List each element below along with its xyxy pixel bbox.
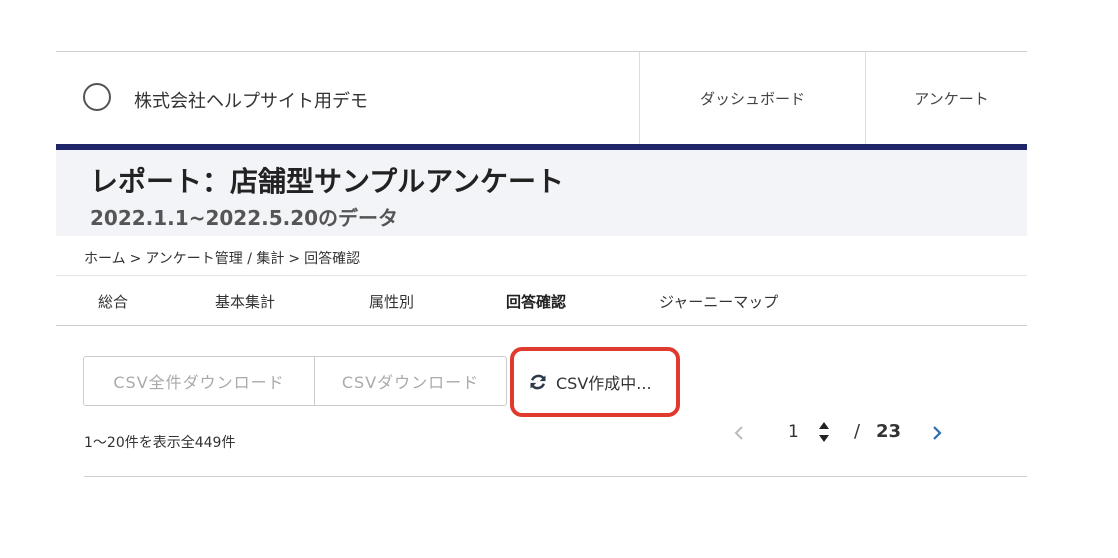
tabs-top-divider	[56, 275, 1027, 276]
breadcrumb-separator: >	[288, 251, 301, 267]
tabs-bottom-divider	[56, 325, 1027, 326]
tab-bar: 総合 基本集計 属性別 回答確認 ジャーニーマップ	[56, 277, 1027, 325]
nav-dashboard[interactable]: ダッシュボード	[639, 52, 865, 144]
nav-survey[interactable]: アンケート	[865, 52, 1027, 144]
csv-download-button[interactable]: CSVダウンロード	[315, 356, 507, 406]
total-pages: 23	[876, 421, 902, 442]
tab-answer-check[interactable]: 回答確認	[506, 291, 566, 312]
page-separator: /	[854, 421, 861, 442]
csv-button-group: CSV全件ダウンロード CSVダウンロード	[83, 356, 507, 406]
bottom-divider	[84, 476, 1027, 477]
tab-journey-map[interactable]: ジャーニーマップ	[659, 291, 778, 312]
up-down-stepper-icon[interactable]	[818, 419, 830, 445]
company-name[interactable]: 株式会社ヘルプサイト用デモ	[134, 87, 368, 113]
chevron-left-icon[interactable]	[730, 421, 748, 445]
result-count: 1〜20件を表示全449件	[84, 435, 236, 451]
page-frame: 株式会社ヘルプサイト用デモ ダッシュボード アンケート レポート：店舗型サンプル…	[56, 51, 1027, 491]
refresh-icon	[530, 374, 546, 390]
report-header: レポート：店舗型サンプルアンケート 2022.1.1~2022.5.20のデータ	[56, 150, 1027, 236]
breadcrumb-survey-management[interactable]: アンケート管理 / 集計	[145, 251, 284, 267]
breadcrumb-answer-check: 回答確認	[304, 251, 361, 267]
report-period: 2022.1.1~2022.5.20のデータ	[90, 206, 399, 230]
breadcrumb-separator: >	[129, 251, 142, 267]
circle-logo-icon[interactable]	[83, 83, 111, 111]
breadcrumb: ホーム > アンケート管理 / 集計 > 回答確認	[84, 248, 360, 268]
tab-basic-summary[interactable]: 基本集計	[215, 291, 275, 312]
tab-by-attribute[interactable]: 属性別	[369, 291, 414, 312]
page-title: レポート：店舗型サンプルアンケート	[90, 165, 565, 198]
tab-overall[interactable]: 総合	[98, 291, 128, 312]
csv-creating-label: CSV作成中...	[556, 374, 652, 393]
breadcrumb-home[interactable]: ホーム	[84, 251, 126, 267]
chevron-right-icon[interactable]	[928, 421, 946, 445]
current-page[interactable]: 1	[788, 422, 799, 442]
csv-all-download-button[interactable]: CSV全件ダウンロード	[83, 356, 315, 406]
site-header: 株式会社ヘルプサイト用デモ ダッシュボード アンケート	[56, 52, 1027, 144]
csv-creating-status: CSV作成中...	[510, 347, 680, 417]
